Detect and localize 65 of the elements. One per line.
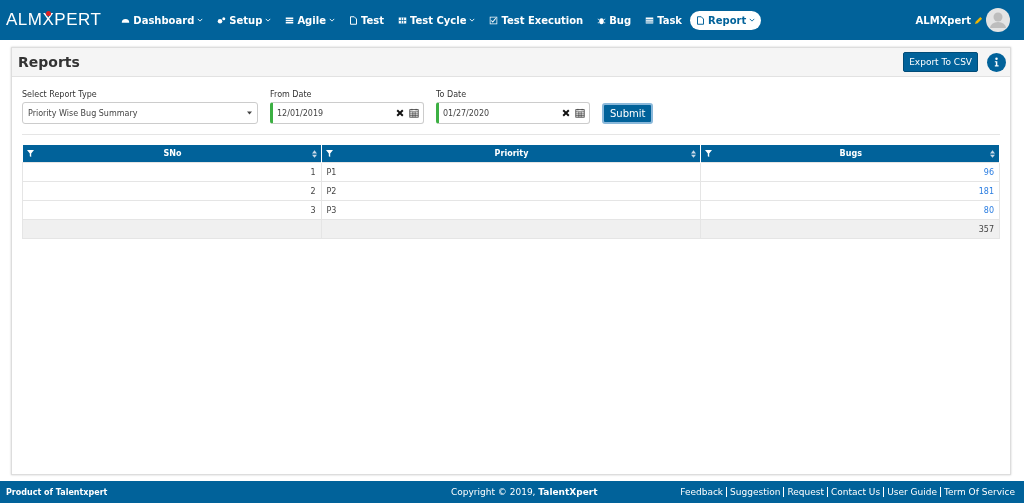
date-input[interactable]: 01/27/2020 (439, 108, 557, 118)
gears-icon (217, 15, 227, 25)
date-input[interactable]: 12/01/2019 (273, 108, 391, 118)
nav-item[interactable]: Dashboard (115, 10, 210, 30)
table-cell: 2 (22, 181, 321, 201)
caret-icon (247, 111, 252, 115)
calendar-icon[interactable] (409, 108, 419, 118)
bug-count-link[interactable]: 181 (978, 186, 994, 196)
date-field[interactable]: 12/01/2019 (270, 102, 424, 124)
field-label: Select Report Type (22, 90, 98, 99)
list-icon (285, 15, 295, 25)
field-label: To Date (436, 90, 468, 99)
sort-icon[interactable] (690, 149, 696, 158)
info-icon (994, 57, 999, 67)
table-cell: 1 (22, 162, 321, 182)
column-header[interactable]: Bugs (700, 145, 1000, 163)
nav-item[interactable]: Test Cycle (391, 10, 482, 30)
column-header[interactable]: Priority (321, 145, 700, 163)
footer-text: Product of Talentxpert (6, 487, 109, 497)
footer-link[interactable]: Term Of Service (939, 487, 1018, 497)
filter-icon[interactable] (325, 150, 333, 157)
report-type-select[interactable]: Priority Wise Bug Summary (22, 102, 258, 124)
avatar-icon[interactable] (986, 8, 1010, 32)
grid-icon (397, 15, 407, 25)
footer-link[interactable]: User Guide (883, 487, 940, 497)
nav-item[interactable]: Bug (591, 10, 638, 30)
clear-icon[interactable] (562, 109, 570, 117)
bug-count-link[interactable]: 96 (983, 167, 994, 177)
footer-link[interactable]: Request (783, 487, 827, 497)
table-cell: P1 (321, 162, 700, 182)
footer-link[interactable]: Contact Us (826, 487, 884, 497)
table-cell: P2 (321, 181, 700, 201)
user-name[interactable]: ALMXpert (915, 14, 971, 26)
bug-count-link[interactable]: 80 (983, 205, 994, 215)
date-field[interactable]: 01/27/2020 (436, 102, 590, 124)
nav-item[interactable]: Task (639, 10, 688, 30)
bug-icon (597, 15, 607, 25)
export-button[interactable]: Export To CSV (903, 52, 978, 72)
sort-icon[interactable] (311, 149, 317, 158)
document-icon (348, 15, 358, 25)
nav-item[interactable]: Test Execution (483, 10, 590, 30)
footer-link[interactable]: Suggestion (726, 487, 784, 497)
panel-title: Reports (18, 54, 81, 70)
calendar-icon[interactable] (575, 108, 585, 118)
checkbox-icon (489, 15, 499, 25)
copyright-text: Copyright © 2019, TalentXpert (451, 487, 599, 497)
field-label: From Date (270, 90, 313, 99)
nav-item[interactable]: Agile (279, 10, 341, 30)
footer-link[interactable]: Feedback (677, 487, 727, 497)
sort-icon[interactable] (990, 149, 995, 158)
table-cell: P3 (321, 200, 700, 220)
clear-icon[interactable] (396, 109, 404, 117)
pencil-icon[interactable] (974, 15, 983, 25)
submit-button[interactable]: Submit (602, 103, 654, 124)
filter-icon[interactable] (26, 150, 34, 157)
table-icon (645, 15, 655, 25)
logo[interactable]: ALMXPERT (6, 10, 102, 30)
nav-item[interactable]: Test (342, 10, 390, 30)
column-header[interactable]: SNo (22, 145, 321, 163)
nav-item[interactable]: Report (690, 10, 762, 30)
filter-icon[interactable] (704, 150, 712, 157)
table-cell: 3 (22, 200, 321, 220)
info-button[interactable] (987, 52, 1006, 72)
document-icon (696, 15, 705, 25)
nav-item[interactable]: Setup (211, 10, 278, 30)
